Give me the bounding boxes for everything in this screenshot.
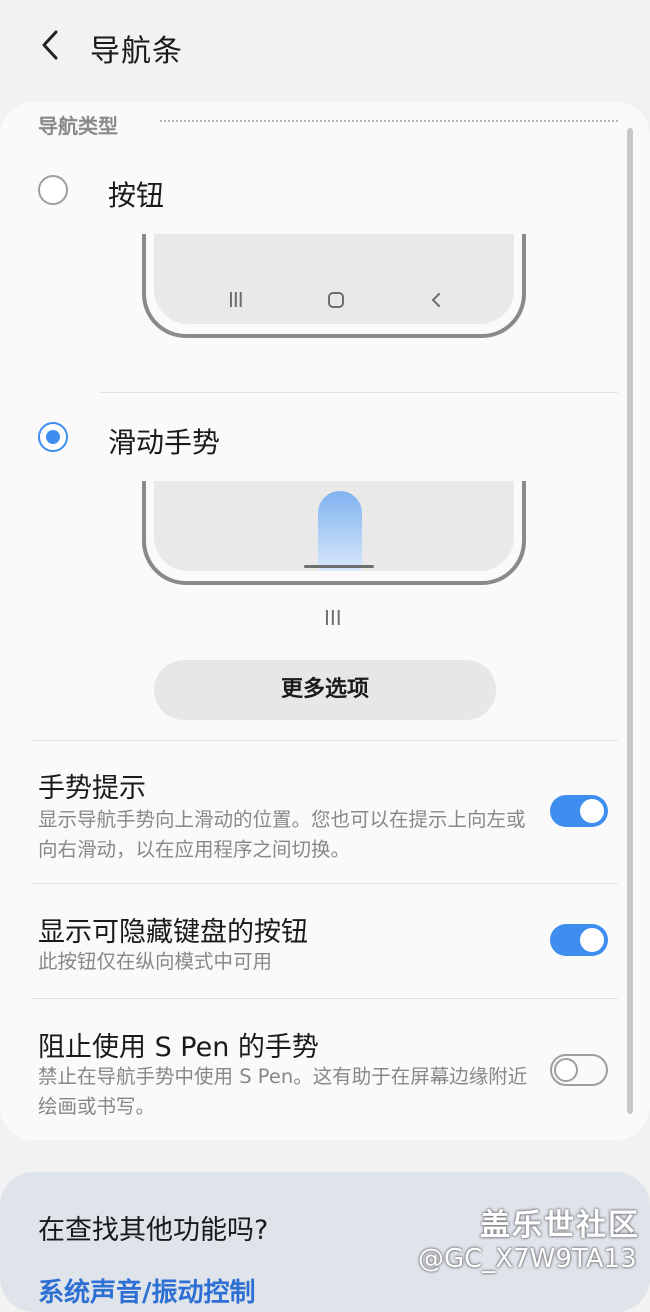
gesture-preview-screen (154, 481, 514, 571)
gesture-hint-bar (304, 565, 374, 568)
back-nav-icon (432, 293, 440, 307)
toggle-block-spen-gestures[interactable] (550, 1054, 608, 1086)
toggle-gesture-hint[interactable] (550, 795, 608, 827)
watermark-brand: 盖乐世社区 (480, 1208, 640, 1243)
settings-divider (32, 883, 618, 884)
buttons-preview-screen: III (154, 234, 514, 324)
gesture-preview (142, 481, 526, 585)
home-icon (328, 292, 344, 308)
toggle-knob (578, 926, 606, 954)
swipe-gesture-pill (318, 491, 362, 571)
option-divider (100, 392, 618, 393)
setting-hide-keyboard-button-description: 此按钮仅在纵向模式中可用 (38, 950, 273, 973)
setting-gesture-hint-description: 显示导航手势向上滑动的位置。您也可以在提示上向左或向右滑动，以在应用程序之间切换… (38, 808, 526, 861)
settings-divider (32, 998, 618, 999)
recents-icon: III (228, 288, 244, 312)
gesture-indicator-icon: III (324, 606, 342, 630)
toggle-hide-keyboard-button[interactable] (550, 924, 608, 956)
radio-buttons-option[interactable] (38, 175, 68, 205)
option-label-buttons[interactable]: 按钮 (108, 174, 164, 214)
section-divider (160, 120, 618, 122)
buttons-preview: III (142, 234, 526, 338)
scrollbar[interactable] (627, 128, 633, 1114)
option-label-swipe-gestures[interactable]: 滑动手势 (108, 421, 220, 461)
back-arrow-icon[interactable] (36, 28, 66, 62)
app-header: 导航条 (0, 0, 650, 95)
toggle-knob (554, 1058, 578, 1082)
setting-gesture-hint-title[interactable]: 手势提示 (38, 766, 146, 805)
toggle-knob (578, 797, 606, 825)
section-label-nav-type: 导航类型 (38, 114, 118, 138)
sound-vibration-link[interactable]: 系统声音/振动控制 (38, 1272, 256, 1309)
suggestions-question: 在查找其他功能吗? (38, 1215, 269, 1246)
page-title: 导航条 (90, 34, 183, 69)
watermark-user: @GC_X7W9TA13 (418, 1244, 637, 1274)
more-options-button[interactable]: 更多选项 (154, 660, 496, 720)
radio-swipe-gestures-option[interactable] (38, 422, 68, 452)
settings-divider (32, 740, 618, 741)
setting-block-spen-gestures-title[interactable]: 阻止使用 S Pen 的手势 (38, 1025, 319, 1064)
setting-hide-keyboard-button-title[interactable]: 显示可隐藏键盘的按钮 (38, 910, 308, 949)
setting-block-spen-gestures-description: 禁止在导航手势中使用 S Pen。这有助于在屏幕边缘附近绘画或书写。 (38, 1065, 528, 1118)
